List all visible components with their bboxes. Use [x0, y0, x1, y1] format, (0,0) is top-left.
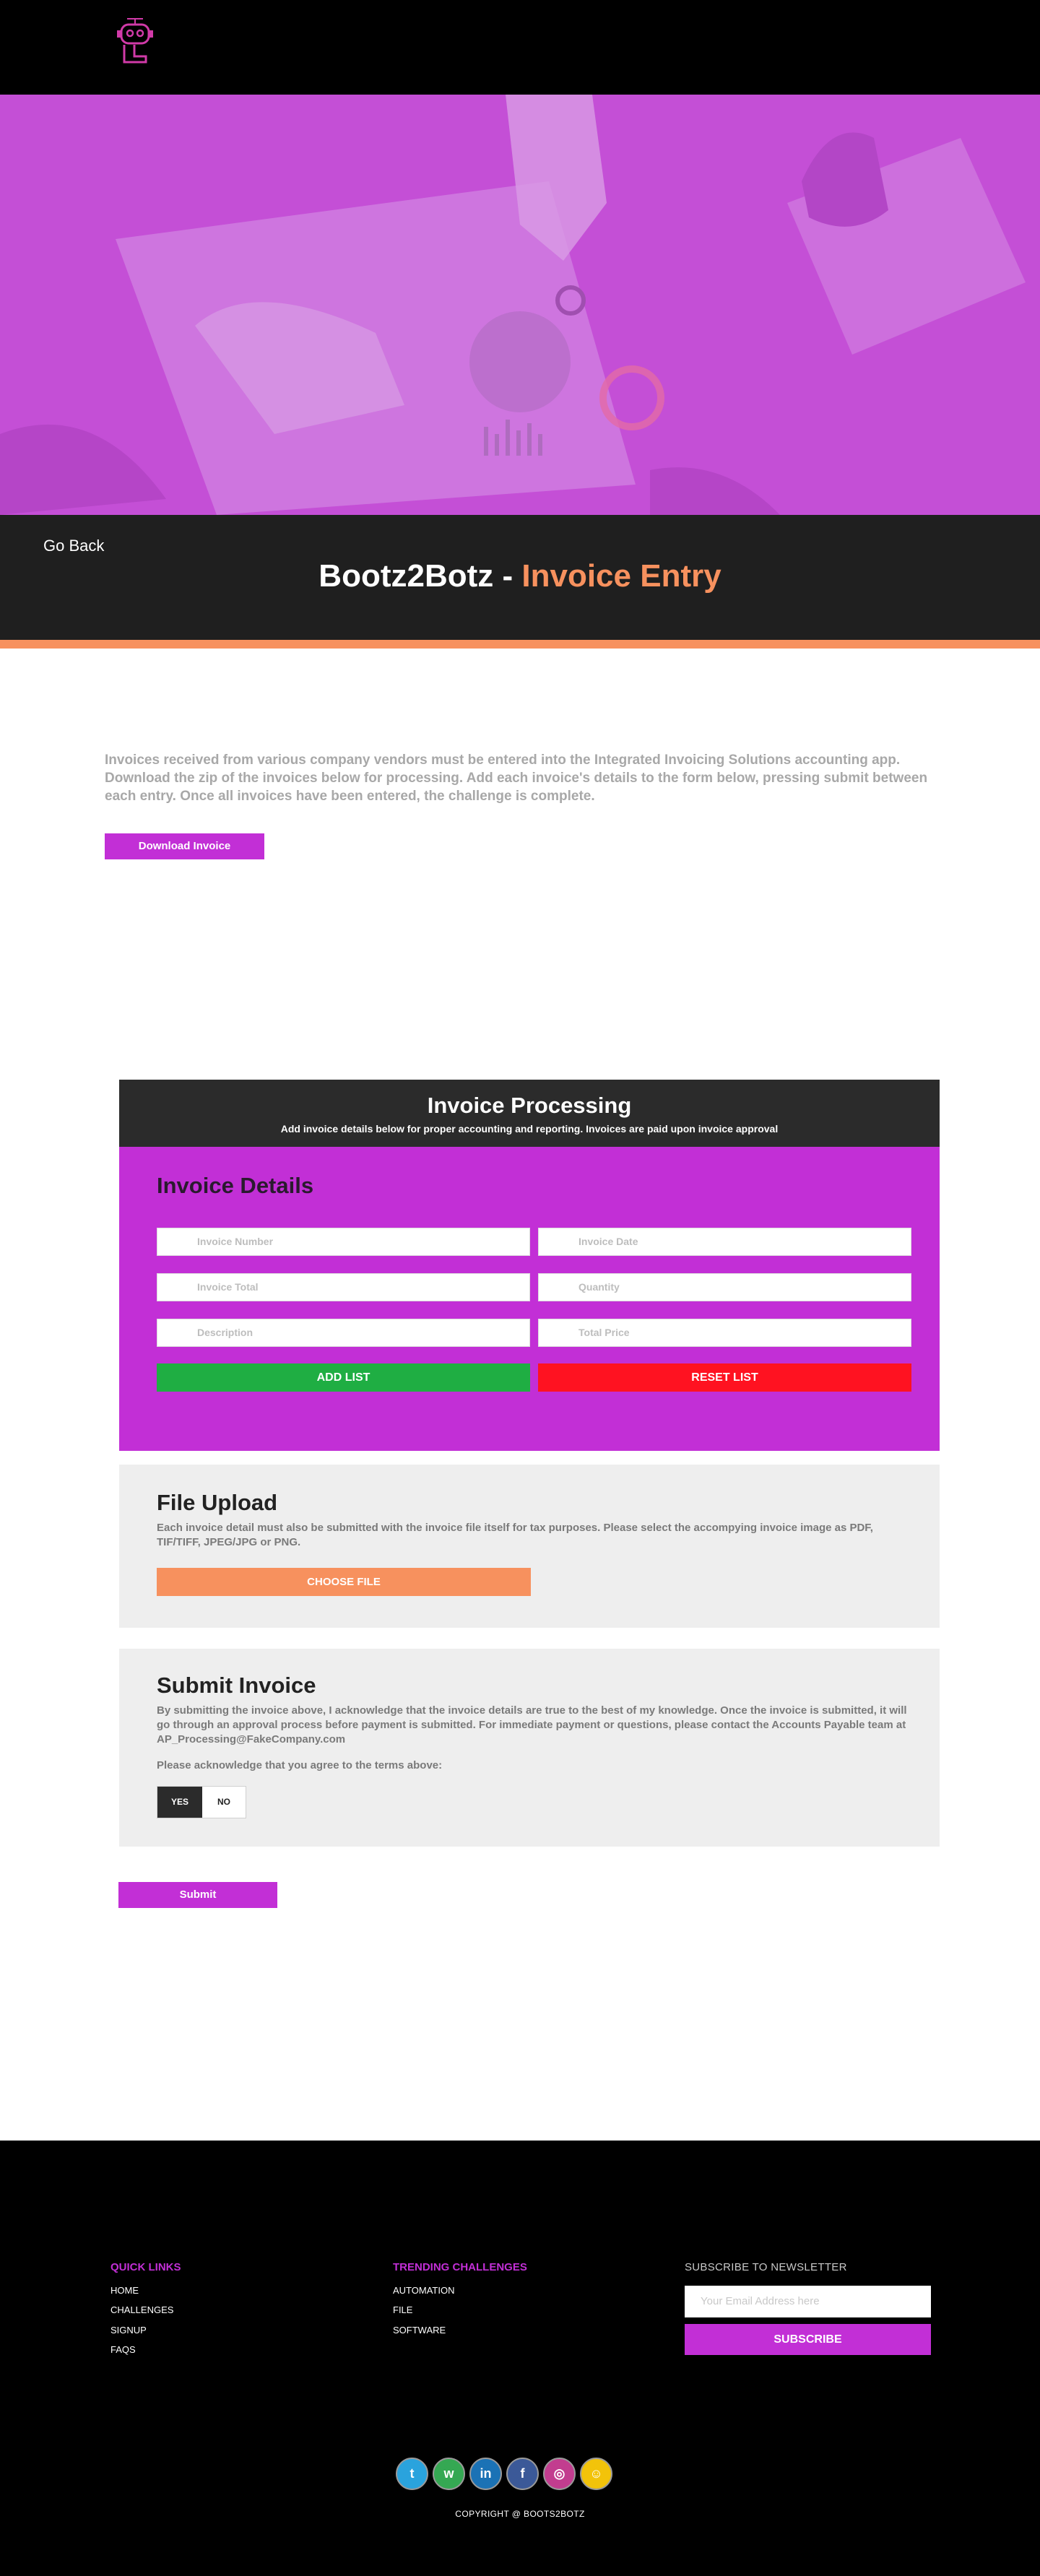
robot-logo-icon[interactable] [114, 16, 156, 68]
footer: QUICK LINKS HOME CHALLENGES SIGNUP FAQS … [0, 2141, 1040, 2576]
footer-link-signup[interactable]: SIGNUP [110, 2325, 147, 2336]
submit-button[interactable]: Submit [118, 1882, 277, 1908]
subscribe-button[interactable]: SUBSCRIBE [685, 2324, 931, 2355]
footer-link-file[interactable]: FILE [393, 2304, 412, 2315]
file-upload-text: Each invoice detail must also be submitt… [157, 1522, 873, 1548]
reset-list-button[interactable]: RESET LIST [538, 1363, 911, 1392]
title-bar: Go Back Bootz2Botz - Invoice Entry [0, 515, 1040, 640]
quick-links-title: QUICK LINKS [110, 2261, 181, 2273]
invoice-details-panel: Invoice Details Invoice Number Invoice D… [119, 1147, 940, 1451]
page-title: Bootz2Botz - Invoice Entry [0, 558, 1040, 594]
quantity-input[interactable]: Quantity [538, 1273, 911, 1301]
footer-link-challenges[interactable]: CHALLENGES [110, 2304, 173, 2315]
add-list-button[interactable]: ADD LIST [157, 1363, 530, 1392]
footer-link-home[interactable]: HOME [110, 2285, 139, 2296]
accent-divider [0, 640, 1040, 649]
newsletter-email-input[interactable]: Your Email Address here [685, 2286, 931, 2317]
agree-no-option[interactable]: NO [202, 1787, 246, 1818]
invoice-number-input[interactable]: Invoice Number [157, 1228, 530, 1256]
file-upload-panel: File Upload Each invoice detail must als… [119, 1465, 940, 1628]
agree-toggle: YES NO [157, 1786, 246, 1818]
newsletter-title: SUBSCRIBE TO NEWSLETTER [685, 2261, 847, 2273]
download-invoice-button[interactable]: Download Invoice [105, 833, 264, 859]
acknowledge-text: Please acknowledge that you agree to the… [157, 1759, 443, 1771]
invoice-date-input[interactable]: Invoice Date [538, 1228, 911, 1256]
social-links: t w in f ◎ ☺ [396, 2458, 612, 2490]
page: SIGNUP CHALLENGES Go Back Bootz2Botz - I [0, 0, 1040, 2576]
nav-signup-link[interactable]: SIGNUP [0, 0, 44, 12]
twitter-icon[interactable]: t [396, 2458, 428, 2490]
terms-text: By submitting the invoice above, I ackno… [157, 1704, 907, 1745]
top-navbar: SIGNUP CHALLENGES [0, 0, 1040, 95]
invoice-total-input[interactable]: Invoice Total [157, 1273, 530, 1301]
nav-challenges-link[interactable]: CHALLENGES [48, 0, 126, 12]
trending-challenges-title: TRENDING CHALLENGES [393, 2261, 527, 2273]
description-input[interactable]: Description [157, 1319, 530, 1347]
footer-link-software[interactable]: SOFTWARE [393, 2325, 446, 2336]
intro-text: Invoices received from various company v… [105, 753, 928, 804]
submit-invoice-title: Submit Invoice [157, 1673, 316, 1698]
submit-invoice-panel: Submit Invoice By submitting the invoice… [119, 1649, 940, 1847]
invoice-processing-subtitle: Add invoice details below for proper acc… [280, 1123, 779, 1135]
facebook-icon[interactable]: f [506, 2458, 539, 2490]
page-title-accent: Invoice Entry [521, 558, 722, 594]
hero-image [0, 95, 1040, 515]
invoice-processing-header: Invoice Processing Add invoice details b… [119, 1080, 940, 1147]
file-upload-title: File Upload [157, 1490, 278, 1515]
footer-link-faqs[interactable]: FAQS [110, 2344, 136, 2355]
invoice-processing-title: Invoice Processing [427, 1093, 632, 1118]
instagram-icon[interactable]: ◎ [543, 2458, 576, 2490]
agree-yes-option[interactable]: YES [157, 1787, 202, 1818]
copyright-text: COPYRIGHT @ BOOTS2BOTZ [455, 2509, 585, 2519]
choose-file-button[interactable]: CHOOSE FILE [157, 1568, 531, 1596]
snapchat-icon[interactable]: ☺ [580, 2458, 612, 2490]
page-title-main: Bootz2Botz [318, 558, 494, 594]
footer-link-automation[interactable]: AUTOMATION [393, 2285, 454, 2296]
page-title-separator: - [493, 558, 522, 594]
go-back-link[interactable]: Go Back [43, 537, 104, 555]
invoice-details-title: Invoice Details [157, 1173, 314, 1198]
whatsapp-icon[interactable]: w [433, 2458, 465, 2490]
linkedin-icon[interactable]: in [469, 2458, 502, 2490]
total-price-input[interactable]: Total Price [538, 1319, 911, 1347]
